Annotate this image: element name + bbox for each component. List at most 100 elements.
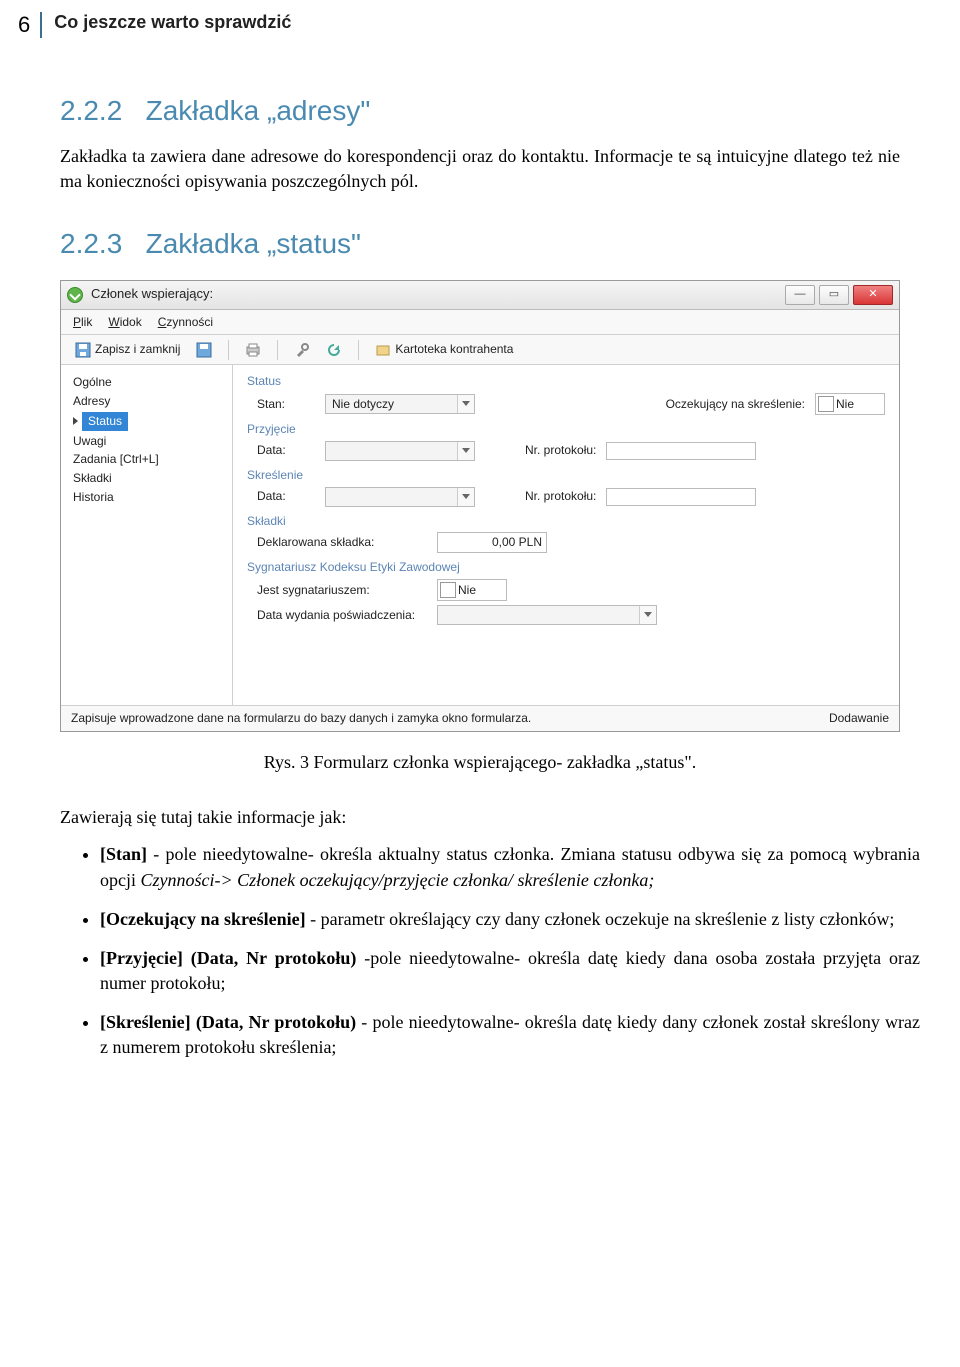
label-jest-sygnatariuszem: Jest sygnatariuszem: (257, 582, 427, 599)
header-divider (40, 12, 42, 38)
date-poswiadczenie[interactable] (437, 605, 657, 625)
sidebar-item-skladki[interactable]: Składki (69, 469, 224, 488)
save-close-button[interactable]: Zapisz i zamknij (71, 339, 184, 360)
input-deklarowana[interactable]: 0,00 PLN (437, 532, 547, 553)
bullet-term: [Stan] (100, 844, 147, 864)
bullet-italic: Czynności-> Członek oczekujący/przyjęcie… (141, 870, 655, 890)
bullet-text: - parametr określający czy dany członek … (306, 909, 895, 929)
tools-icon (294, 342, 310, 358)
bullet-term: [Przyjęcie] (Data, Nr protokołu) (100, 948, 356, 968)
input-przyjecie-nr[interactable] (606, 442, 756, 460)
sidebar-item-status-row[interactable]: Status (69, 411, 224, 432)
print-button[interactable] (241, 340, 265, 360)
input-skreslenie-nr[interactable] (606, 488, 756, 506)
fieldset-przyjecie: Przyjęcie Data: Nr. protokołu: (247, 421, 885, 461)
sidebar-item-ogolne[interactable]: Ogólne (69, 373, 224, 392)
refresh-icon (326, 342, 342, 358)
checkbox-icon (440, 582, 456, 598)
screenshot-window: Członek wspierający: — ▭ ✕ Plik Widok Cz… (60, 280, 900, 732)
tool-button-1[interactable] (290, 340, 314, 360)
label-deklarowana: Deklarowana składka: (257, 534, 427, 551)
checkbox-sygnatariusz[interactable]: Nie (437, 579, 507, 601)
kartoteka-label: Kartoteka kontrahenta (395, 341, 513, 358)
fieldset-skreslenie: Skreślenie Data: Nr. protokołu: (247, 467, 885, 507)
checkbox-icon (818, 396, 834, 412)
sidebar-item-status: Status (82, 412, 128, 431)
content-area: Ogólne Adresy Status Uwagi Zadania [Ctrl… (61, 365, 899, 705)
titlebar: Członek wspierający: — ▭ ✕ (61, 281, 899, 310)
fieldset-title-sygnatariusz: Sygnatariusz Kodeksu Etyki Zawodowej (247, 559, 885, 576)
page-number: 6 (18, 10, 30, 41)
sidebar-item-uwagi[interactable]: Uwagi (69, 432, 224, 451)
save-icon (196, 342, 212, 358)
label-oczekujacy: Oczekujący na skreślenie: (666, 396, 805, 413)
toolbar: Zapisz i zamknij Kartoteka kontrahenta (61, 335, 899, 365)
bullet-skreslenie: [Skreślenie] (Data, Nr protokołu) - pole… (100, 1010, 920, 1060)
save-icon (75, 342, 91, 358)
maximize-button[interactable]: ▭ (819, 285, 849, 305)
section-title: Zakładka „status" (146, 228, 361, 259)
refresh-button[interactable] (322, 340, 346, 360)
toolbar-separator (277, 340, 278, 360)
bullet-list: [Stan] - pole nieedytowalne- określa akt… (60, 842, 920, 1060)
label-skreslenie-nr: Nr. protokołu: (525, 488, 596, 505)
section-adresy-paragraph: Zakładka ta zawiera dane adresowe do kor… (60, 144, 900, 194)
page: 6 Co jeszcze warto sprawdzić 2.2.2 Zakła… (0, 0, 960, 1115)
figure-caption: Rys. 3 Formularz członka wspierającego- … (60, 750, 900, 775)
section-heading-status: 2.2.3 Zakładka „status" (60, 224, 900, 263)
menu-czynnosci[interactable]: Czynności (158, 314, 213, 331)
fieldset-status: Status Stan: Nie dotyczy Oczekujący na s… (247, 373, 885, 415)
deklarowana-value: 0,00 PLN (492, 534, 542, 551)
statusbar: Zapisuje wprowadzone dane na formularzu … (61, 705, 899, 731)
menu-plik[interactable]: Plik (73, 314, 92, 331)
oczekujacy-value: Nie (836, 395, 884, 414)
save-button[interactable] (192, 340, 216, 360)
label-przyjecie-data: Data: (257, 442, 315, 459)
menubar: Plik Widok Czynności (61, 310, 899, 336)
minimize-button[interactable]: — (785, 285, 815, 305)
combo-stan-value: Nie dotyczy (326, 395, 457, 414)
label-data-poswiadczenia: Data wydania poświadczenia: (257, 607, 427, 624)
bullet-przyjecie: [Przyjęcie] (Data, Nr protokołu) -pole n… (100, 946, 920, 996)
statusbar-mode: Dodawanie (829, 710, 889, 727)
sidebar-item-adresy[interactable]: Adresy (69, 392, 224, 411)
toolbar-separator (228, 340, 229, 360)
checkbox-oczekujacy[interactable]: Nie (815, 393, 885, 415)
label-skreslenie-data: Data: (257, 488, 315, 505)
sygnatariusz-value: Nie (458, 581, 506, 600)
fieldset-title-skladki: Składki (247, 513, 885, 530)
fieldset-skladki: Składki Deklarowana składka: 0,00 PLN (247, 513, 885, 554)
sidebar-item-zadania[interactable]: Zadania [Ctrl+L] (69, 450, 224, 469)
section-number: 2.2.3 (60, 228, 122, 259)
app-icon (67, 287, 83, 303)
section-title: Zakładka „adresy" (146, 95, 371, 126)
section-number: 2.2.2 (60, 95, 122, 126)
label-przyjecie-nr: Nr. protokołu: (525, 442, 596, 459)
kartoteka-button[interactable]: Kartoteka kontrahenta (371, 339, 517, 360)
chevron-down-icon (457, 395, 474, 414)
fieldset-title-przyjecie: Przyjęcie (247, 421, 885, 438)
close-button[interactable]: ✕ (853, 285, 893, 305)
section-heading-adresy: 2.2.2 Zakładka „adresy" (60, 91, 900, 130)
date-skreslenie[interactable] (325, 487, 475, 507)
chevron-down-icon (457, 488, 474, 506)
toolbar-separator (358, 340, 359, 360)
intro-line: Zawierają się tutaj takie informacje jak… (60, 805, 900, 830)
page-header: 6 Co jeszcze warto sprawdzić (0, 0, 960, 61)
combo-stan[interactable]: Nie dotyczy (325, 394, 475, 415)
statusbar-message: Zapisuje wprowadzone dane na formularzu … (71, 710, 531, 727)
arrow-right-icon (73, 417, 78, 425)
bullet-stan: [Stan] - pole nieedytowalne- określa akt… (100, 842, 920, 892)
window-buttons: — ▭ ✕ (785, 285, 893, 305)
date-przyjecie[interactable] (325, 441, 475, 461)
fieldset-title-status: Status (247, 373, 885, 390)
chevron-down-icon (457, 442, 474, 460)
sidebar: Ogólne Adresy Status Uwagi Zadania [Ctrl… (61, 365, 233, 705)
folder-icon (375, 342, 391, 358)
bullet-term: [Oczekujący na skreślenie] (100, 909, 306, 929)
save-close-label: Zapisz i zamknij (95, 341, 180, 358)
sidebar-item-historia[interactable]: Historia (69, 488, 224, 507)
bullet-oczekujacy: [Oczekujący na skreślenie] - parametr ok… (100, 907, 920, 932)
window-title: Członek wspierający: (91, 285, 785, 303)
menu-widok[interactable]: Widok (108, 314, 141, 331)
